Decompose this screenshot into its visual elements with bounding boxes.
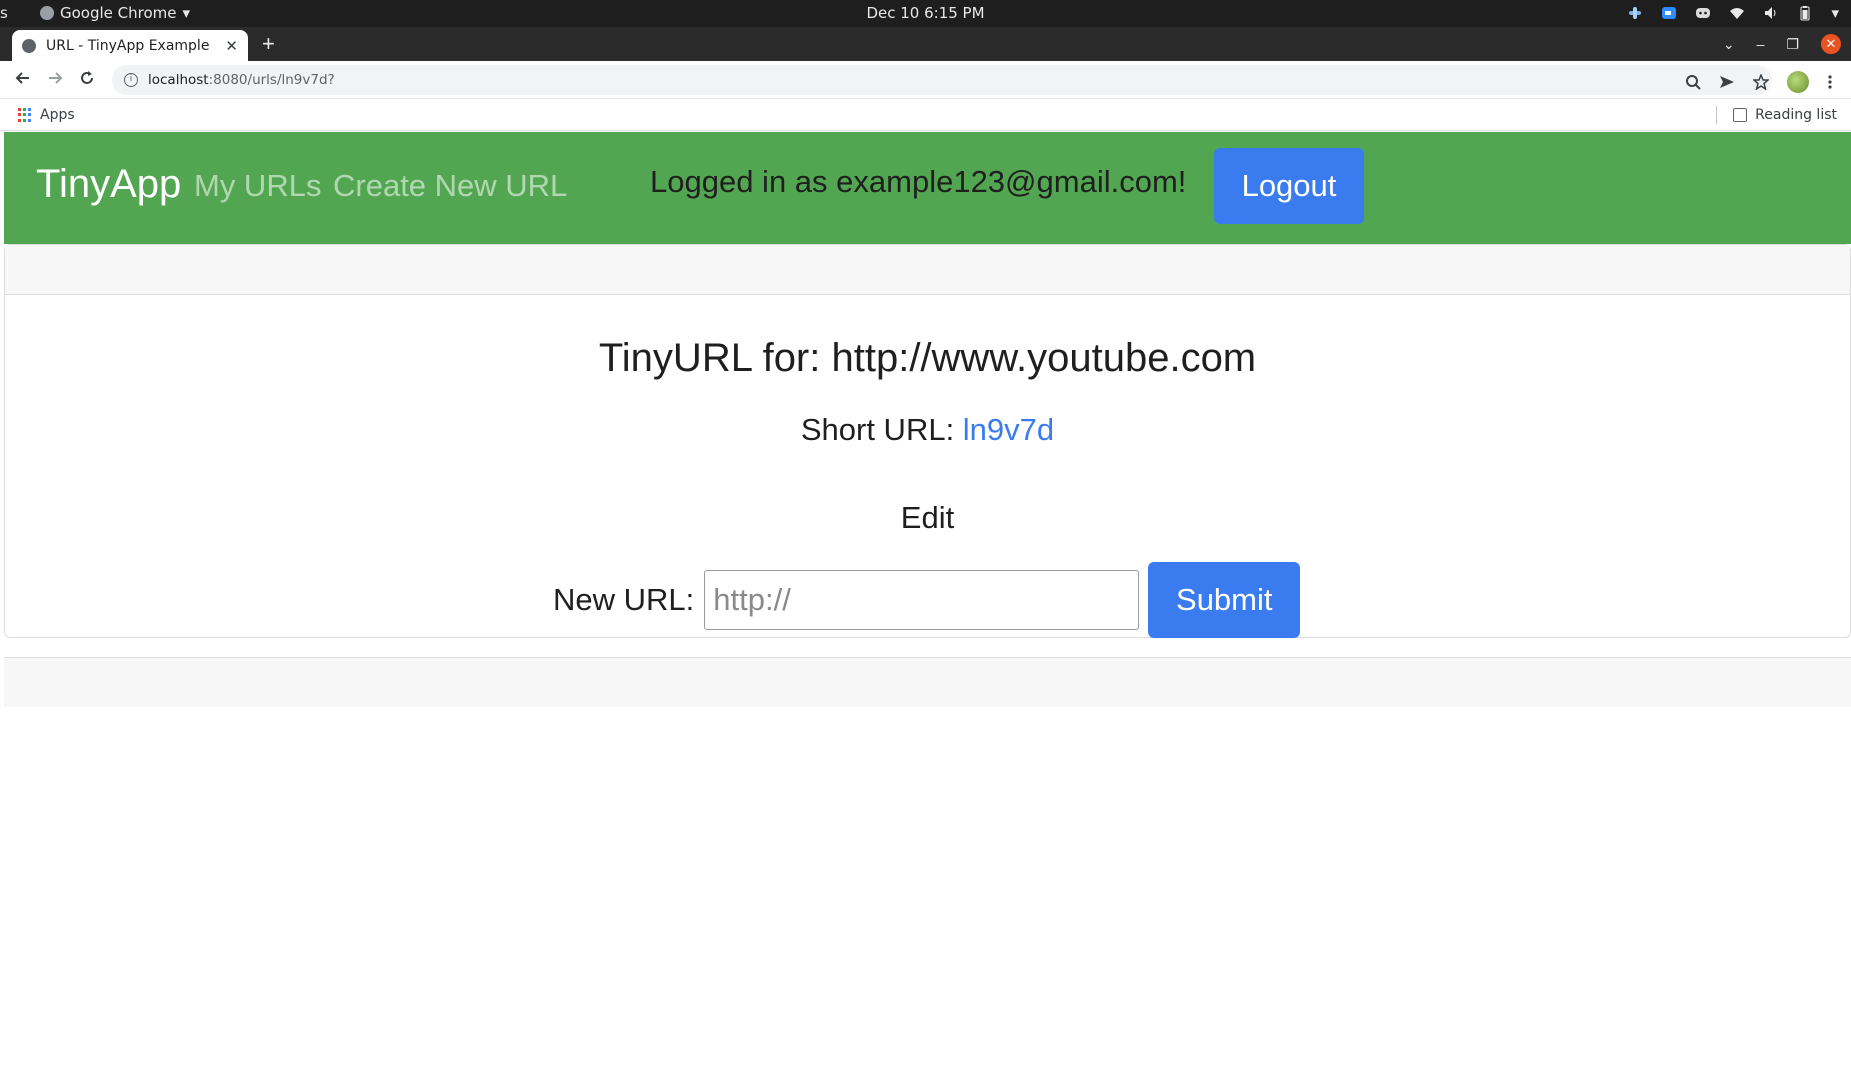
zoom-icon[interactable] — [1661, 5, 1677, 21]
reload-icon[interactable] — [78, 69, 96, 87]
short-url-label: Short URL: — [800, 412, 963, 447]
edit-heading: Edit — [900, 500, 955, 535]
browser-tab-active[interactable]: URL - TinyApp Example ✕ — [12, 30, 248, 61]
forward-arrow-icon[interactable] — [46, 69, 64, 87]
discord-icon[interactable] — [1695, 5, 1711, 21]
window-controls: ⌄ – ❐ ✕ — [1723, 27, 1851, 61]
brand-link[interactable]: TinyApp — [36, 162, 181, 207]
reading-list-icon — [1733, 108, 1748, 122]
divider — [1716, 106, 1718, 124]
system-tray[interactable]: ▾ — [1627, 4, 1839, 22]
edit-url-form: New URL: Submit — [553, 562, 1301, 638]
short-url-line: Short URL: ln9v7d — [4, 412, 1851, 448]
url-host: localhost — [148, 72, 209, 88]
nav-link-my-urls[interactable]: My URLs — [194, 168, 321, 204]
logged-in-status: Logged in as example123@gmail.com! — [650, 164, 1187, 199]
logout-button[interactable]: Logout — [1214, 148, 1364, 224]
volume-icon[interactable] — [1763, 5, 1779, 21]
new-url-label: New URL: — [553, 582, 695, 617]
card-header — [5, 245, 1850, 295]
close-window-button[interactable]: ✕ — [1821, 34, 1841, 54]
wifi-icon[interactable] — [1729, 5, 1745, 21]
submit-button[interactable]: Submit — [1148, 562, 1301, 638]
bookmark-star-icon[interactable] — [1753, 74, 1769, 90]
zoom-magnifier-icon[interactable] — [1685, 74, 1701, 90]
restore-button[interactable]: ❐ — [1786, 36, 1799, 53]
card-footer — [4, 657, 1851, 707]
app-navbar: TinyApp My URLs Create New URL Logged in… — [4, 132, 1851, 244]
clock[interactable]: Dec 10 6:15 PM — [0, 4, 1851, 22]
url-path: :8080/urls/ln9v7d? — [208, 72, 335, 88]
site-info-icon[interactable]: i — [124, 73, 138, 87]
back-arrow-icon[interactable] — [14, 69, 32, 87]
tab-strip: URL - TinyApp Example ✕ + ⌄ – ❐ ✕ — [0, 27, 1851, 61]
new-url-input[interactable] — [704, 570, 1140, 630]
apps-grid-icon — [18, 108, 32, 122]
send-icon[interactable] — [1719, 74, 1735, 90]
new-tab-button[interactable]: + — [262, 32, 275, 56]
apps-shortcut[interactable]: Apps — [18, 107, 75, 123]
system-menu-chevron-icon[interactable]: ▾ — [1831, 4, 1839, 22]
battery-icon[interactable] — [1797, 5, 1813, 21]
tab-close-icon[interactable]: ✕ — [225, 37, 238, 55]
tab-search-icon[interactable]: ⌄ — [1723, 36, 1735, 53]
profile-avatar[interactable] — [1787, 71, 1809, 93]
short-url-link[interactable]: ln9v7d — [963, 412, 1054, 447]
browser-toolbar: i localhost:8080/urls/ln9v7d? — [0, 61, 1851, 99]
tab-title: URL - TinyApp Example — [46, 37, 210, 54]
page-title: TinyURL for: http://www.youtube.com — [598, 336, 1257, 380]
reading-list-button[interactable]: Reading list — [1716, 106, 1837, 124]
toolbar-actions — [1685, 71, 1833, 93]
globe-icon — [22, 38, 36, 53]
page-viewport: TinyApp My URLs Create New URL Logged in… — [4, 132, 1851, 1080]
nav-link-create-new-url[interactable]: Create New URL — [333, 168, 567, 204]
system-top-bar: s Google Chrome ▾ Dec 10 6:15 PM ▾ — [0, 0, 1851, 27]
apps-label: Apps — [40, 107, 75, 123]
minimize-button[interactable]: – — [1757, 36, 1765, 52]
address-bar[interactable]: i localhost:8080/urls/ln9v7d? — [112, 65, 1772, 95]
bookmarks-bar: Apps Reading list — [0, 99, 1851, 131]
slack-icon[interactable] — [1627, 5, 1643, 21]
kebab-menu-icon[interactable] — [1827, 74, 1833, 90]
reading-list-label: Reading list — [1755, 107, 1837, 123]
